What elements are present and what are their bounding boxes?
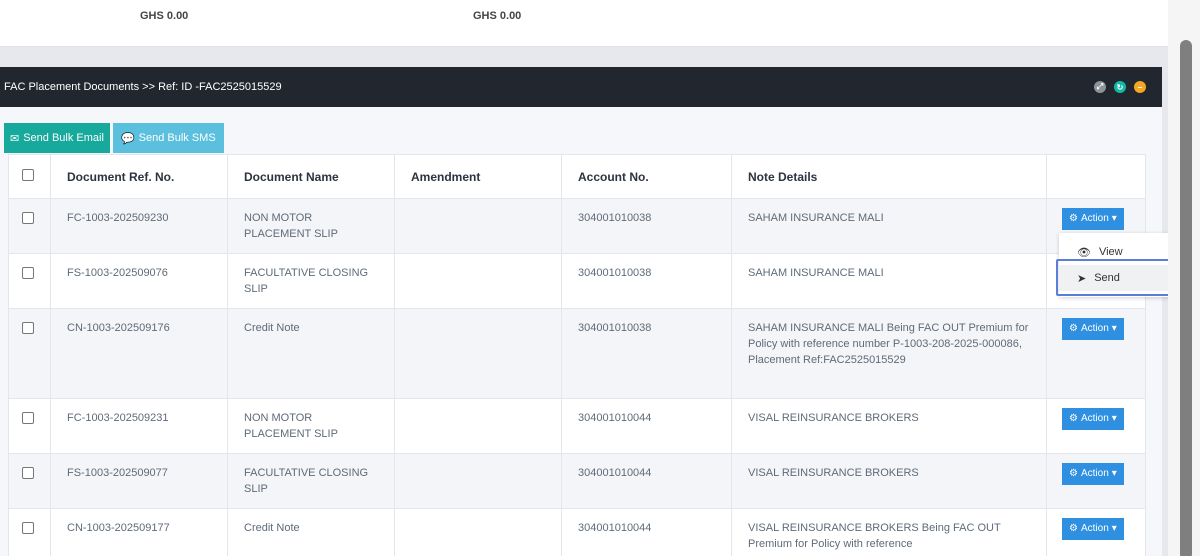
document-name: Credit Note (227, 508, 395, 556)
document-name: NON MOTOR PLACEMENT SLIP (227, 398, 395, 454)
row-checkbox[interactable] (22, 412, 34, 424)
bulk-toolbar: ✉ Send Bulk Email 💬 Send Bulk SMS (4, 123, 224, 153)
caret-down-icon: ▾ (1111, 213, 1117, 224)
action-label: Action (1080, 523, 1109, 534)
document-name: FACULTATIVE CLOSING SLIP (227, 253, 395, 309)
document-name: NON MOTOR PLACEMENT SLIP (227, 198, 395, 254)
summary-card: GHS 0.00 GHS 0.00 (0, 0, 1168, 47)
account-no: 304001010044 (561, 508, 732, 556)
col-account-no: Account No. (561, 154, 732, 199)
document-ref: FS-1003-202509077 (50, 453, 228, 509)
col-amendment: Amendment (394, 154, 562, 199)
action-label: Action (1080, 413, 1109, 424)
action-label: Action (1080, 468, 1109, 479)
document-name: Credit Note (227, 308, 395, 399)
row-checkbox[interactable] (22, 467, 34, 479)
table-row: CN-1003-202509176 Credit Note 3040010100… (8, 308, 1146, 399)
amendment (394, 508, 562, 556)
documents-panel: FAC Placement Documents >> Ref: ID -FAC2… (0, 67, 1162, 556)
account-no: 304001010044 (561, 398, 732, 454)
row-checkbox[interactable] (22, 212, 34, 224)
select-all-checkbox[interactable] (22, 169, 34, 181)
document-ref: CN-1003-202509177 (50, 508, 228, 556)
minimize-icon[interactable]: − (1134, 81, 1146, 93)
documents-table: Document Ref. No. Document Name Amendmen… (8, 154, 1146, 556)
table-row: FS-1003-202509076 FACULTATIVE CLOSING SL… (8, 253, 1146, 309)
cogs-icon: ⚙ (1069, 468, 1078, 479)
eye-icon: 👁 (1077, 246, 1091, 259)
cogs-icon: ⚙ (1069, 523, 1078, 534)
document-ref: FC-1003-202509230 (50, 198, 228, 254)
scrollbar-thumb[interactable] (1180, 40, 1192, 556)
panel-title: FAC Placement Documents >> Ref: ID -FAC2… (4, 81, 282, 93)
account-no: 304001010038 (561, 253, 732, 309)
row-checkbox[interactable] (22, 322, 34, 334)
row-checkbox[interactable] (22, 522, 34, 534)
caret-down-icon: ▾ (1111, 413, 1117, 424)
panel-header: FAC Placement Documents >> Ref: ID -FAC2… (0, 67, 1162, 107)
send-bulk-email-button[interactable]: ✉ Send Bulk Email (4, 123, 110, 153)
send-bulk-sms-button[interactable]: 💬 Send Bulk SMS (112, 123, 224, 153)
table-row: FC-1003-202509231 NON MOTOR PLACEMENT SL… (8, 398, 1146, 454)
col-document-ref: Document Ref. No. (50, 154, 228, 199)
action-button[interactable]: ⚙ Action ▾ (1062, 463, 1124, 485)
page-scrollbar[interactable] (1168, 0, 1200, 556)
col-document-name: Document Name (227, 154, 395, 199)
table-header-row: Document Ref. No. Document Name Amendmen… (8, 154, 1146, 199)
table-row: CN-1003-202509177 Credit Note 3040010100… (8, 508, 1146, 556)
chat-bubble-icon: 💬 (120, 132, 135, 145)
note-details: SAHAM INSURANCE MALI (731, 253, 1047, 309)
summary-amount-1: GHS 0.00 (140, 10, 189, 22)
account-no: 304001010038 (561, 198, 732, 254)
action-button[interactable]: ⚙ Action ▾ (1062, 408, 1124, 430)
note-details: VISAL REINSURANCE BROKERS (731, 453, 1047, 509)
refresh-icon[interactable]: ↻ (1114, 81, 1126, 93)
document-name: FACULTATIVE CLOSING SLIP (227, 453, 395, 509)
caret-down-icon: ▾ (1111, 323, 1117, 334)
row-checkbox[interactable] (22, 267, 34, 279)
action-button[interactable]: ⚙ Action ▾ (1062, 208, 1124, 230)
amendment (394, 198, 562, 254)
table-row: FS-1003-202509077 FACULTATIVE CLOSING SL… (8, 453, 1146, 509)
col-actions (1046, 154, 1146, 199)
action-button[interactable]: ⚙ Action ▾ (1062, 518, 1124, 540)
select-all-cell (8, 154, 51, 199)
send-bulk-email-label: Send Bulk Email (23, 132, 104, 144)
cogs-icon: ⚙ (1069, 213, 1078, 224)
table-row: FC-1003-202509230 NON MOTOR PLACEMENT SL… (8, 198, 1146, 254)
note-details: VISAL REINSURANCE BROKERS Being FAC OUT … (731, 508, 1047, 556)
document-ref: FS-1003-202509076 (50, 253, 228, 309)
document-ref: CN-1003-202509176 (50, 308, 228, 399)
amendment (394, 398, 562, 454)
view-label: View (1098, 246, 1123, 258)
action-button[interactable]: ⚙ Action ▾ (1062, 318, 1124, 340)
account-no: 304001010038 (561, 308, 732, 399)
cogs-icon: ⚙ (1069, 413, 1078, 424)
expand-icon[interactable]: ⤢ (1094, 81, 1106, 93)
action-label: Action (1080, 213, 1109, 224)
account-no: 304001010044 (561, 453, 732, 509)
send-bulk-sms-label: Send Bulk SMS (138, 132, 216, 144)
note-details: VISAL REINSURANCE BROKERS (731, 398, 1047, 454)
cogs-icon: ⚙ (1069, 323, 1078, 334)
caret-down-icon: ▾ (1111, 468, 1117, 479)
amendment (394, 253, 562, 309)
amendment (394, 308, 562, 399)
col-note-details: Note Details (731, 154, 1047, 199)
amendment (394, 453, 562, 509)
note-details: SAHAM INSURANCE MALI (731, 198, 1047, 254)
summary-amount-2: GHS 0.00 (473, 10, 522, 22)
caret-down-icon: ▾ (1111, 523, 1117, 534)
envelope-icon: ✉ (10, 132, 20, 145)
note-details: SAHAM INSURANCE MALI Being FAC OUT Premi… (731, 308, 1047, 399)
action-label: Action (1080, 323, 1109, 334)
document-ref: FC-1003-202509231 (50, 398, 228, 454)
